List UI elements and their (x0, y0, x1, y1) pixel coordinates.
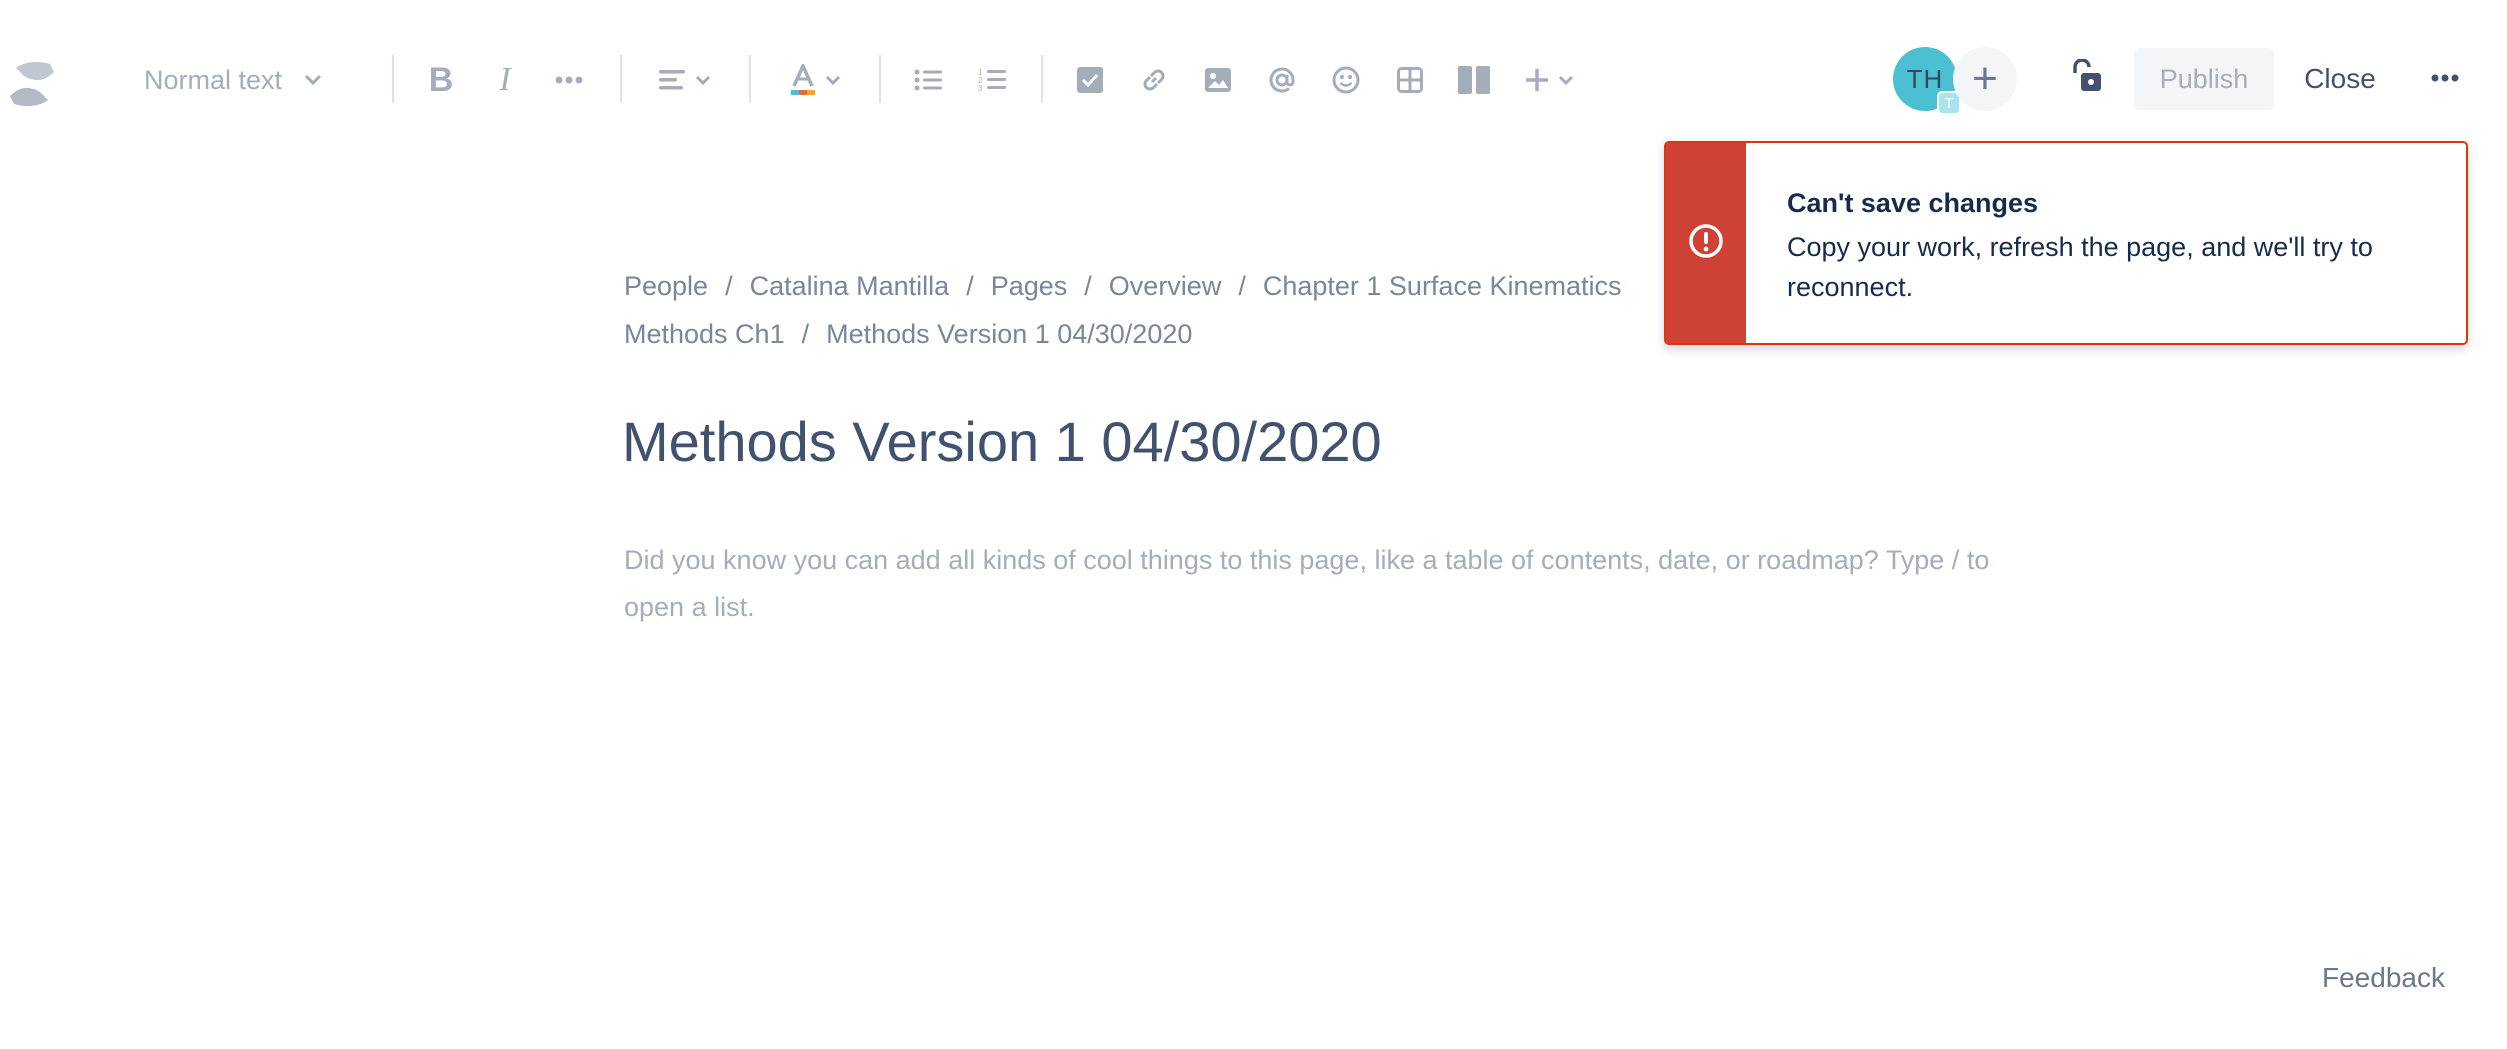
svg-text:3: 3 (978, 84, 983, 93)
breadcrumb-separator: / (801, 319, 810, 349)
image-icon[interactable] (1194, 56, 1242, 104)
add-collaborator-button[interactable]: + (1953, 47, 2017, 111)
flag-description: Copy your work, refresh the page, and we… (1787, 232, 2373, 302)
close-button[interactable]: Close (2290, 48, 2390, 110)
text-color-dropdown[interactable] (780, 56, 850, 104)
mention-icon[interactable] (1258, 56, 1306, 104)
toolbar-divider (1041, 55, 1043, 103)
breadcrumb-item[interactable]: Chapter 1 Surface Kinematics (1263, 271, 1622, 301)
unlock-icon[interactable] (2062, 52, 2110, 102)
breadcrumb-item[interactable]: Overview (1109, 271, 1222, 301)
text-color-icon (789, 64, 817, 96)
more-actions-icon[interactable] (2420, 58, 2470, 98)
editor-toolbar: Normal text B I 1 2 3 TH T + Publish Clo… (0, 0, 2507, 160)
toolbar-divider (749, 55, 751, 103)
numbered-list-icon[interactable]: 123 (968, 56, 1016, 104)
toolbar-divider (392, 55, 394, 103)
chevron-down-icon (1558, 75, 1574, 85)
table-icon[interactable] (1386, 56, 1434, 104)
breadcrumb-separator: / (966, 271, 974, 301)
more-formatting-icon[interactable] (545, 56, 593, 104)
align-dropdown[interactable] (650, 56, 720, 104)
action-item-icon[interactable] (1066, 56, 1114, 104)
flag-accent (1666, 143, 1746, 343)
flag-title: Can't save changes (1787, 188, 2039, 218)
breadcrumb-separator: / (1238, 271, 1246, 301)
italic-button[interactable]: I (481, 56, 529, 104)
insert-plus-icon (1524, 67, 1550, 93)
toolbar-divider (620, 55, 622, 103)
chevron-down-icon (825, 75, 841, 85)
error-icon (1688, 223, 1724, 264)
breadcrumb: People / Catalina Mantilla / Pages / Overview /… (624, 262, 1664, 358)
emoji-icon[interactable] (1322, 56, 1370, 104)
editor-placeholder[interactable]: Did you know you can add all kinds of co… (624, 537, 2004, 631)
confluence-logo[interactable] (4, 56, 60, 112)
toolbar-divider (879, 55, 881, 103)
breadcrumb-item[interactable]: Catalina Mantilla (750, 271, 950, 301)
publish-button[interactable]: Publish (2134, 48, 2274, 110)
bullet-list-icon[interactable] (904, 56, 952, 104)
bold-button[interactable]: B (417, 56, 465, 104)
error-flag: Can't save changes Copy your work, refre… (1664, 141, 2468, 345)
chevron-down-icon (695, 75, 711, 85)
page-title[interactable]: Methods Version 1 04/30/2020 (622, 406, 1382, 478)
link-icon[interactable] (1130, 56, 1178, 104)
breadcrumb-separator: / (1084, 271, 1092, 301)
feedback-button[interactable]: Feedback (2322, 962, 2445, 994)
breadcrumb-item[interactable]: Pages (991, 271, 1068, 301)
layouts-icon[interactable] (1450, 56, 1498, 104)
breadcrumb-item-current[interactable]: Methods Version 1 04/30/2020 (826, 319, 1192, 349)
breadcrumb-item[interactable]: Methods Ch1 (624, 319, 785, 349)
breadcrumb-separator: / (725, 271, 733, 301)
breadcrumb-item[interactable]: People (624, 271, 708, 301)
chevron-down-icon (304, 74, 322, 86)
text-style-dropdown[interactable]: Normal text (132, 52, 352, 108)
insert-dropdown[interactable] (1514, 56, 1584, 104)
text-style-value: Normal text (144, 64, 283, 95)
align-left-icon (659, 68, 687, 92)
